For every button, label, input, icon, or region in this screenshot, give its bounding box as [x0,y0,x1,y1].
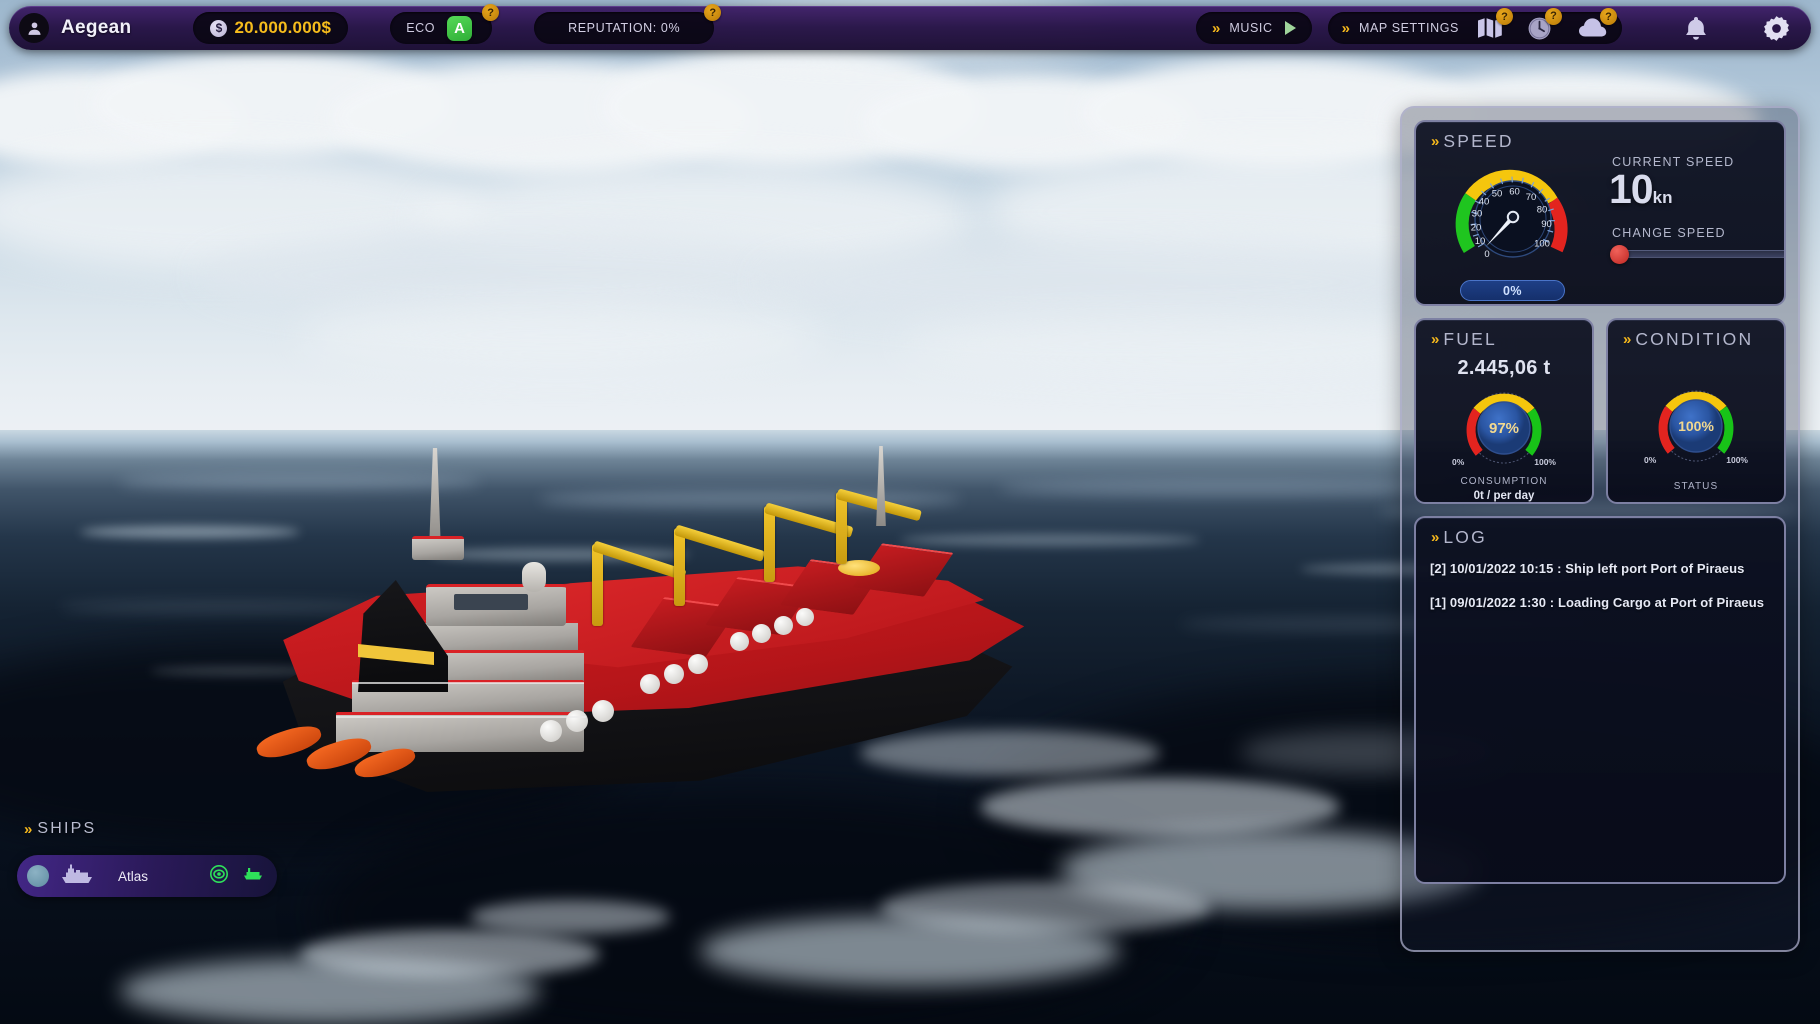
condition-panel-header: » CONDITION [1608,320,1784,350]
player-ship-vessel [240,452,1050,872]
svg-text:40: 40 [1479,197,1490,208]
speed-panel-header: » SPEED [1416,122,1784,152]
ships-panel-header: » SHIPS [24,820,96,838]
speed-panel: » SPEED [1414,120,1786,306]
money-display[interactable]: $ 20.000.000$ [193,12,348,44]
ships-panel-title: SHIPS [37,820,96,838]
fuel-amount: 2.445,06 t [1416,357,1592,380]
help-icon[interactable]: ? [482,4,499,21]
gear-icon[interactable] [1762,14,1791,43]
current-speed-number: 10 [1609,166,1653,212]
reputation-display[interactable]: REPUTATION: 0% ? [534,12,714,44]
log-entry: [1] 09/01/2022 1:30 : Loading Cargo at P… [1430,595,1784,610]
play-icon[interactable] [1285,21,1296,35]
bell-icon[interactable] [1682,14,1710,42]
clock-icon[interactable]: ? [1527,16,1552,41]
status-label: STATUS [1608,481,1784,492]
player-name: Aegean [61,17,131,39]
condition-panel-title: CONDITION [1635,329,1753,350]
fuel-percent-text: 97% [1489,420,1519,437]
svg-text:0: 0 [1484,249,1489,260]
map-settings-label: MAP SETTINGS [1359,21,1459,35]
svg-text:10: 10 [1475,236,1486,247]
map-icon[interactable]: ? [1477,17,1503,39]
slider-knob[interactable] [1610,245,1629,264]
fuel-panel: » FUEL 2.445,06 t 97% [1414,318,1594,504]
svg-text:70: 70 [1526,192,1537,203]
chevron-right-icon: » [1431,529,1436,546]
chevron-right-icon: » [1212,20,1217,37]
eco-rating-display[interactable]: ECO A ? [390,12,492,44]
ship-name-label: Atlas [118,869,209,884]
consumption-value: 0t / per day [1416,490,1592,502]
svg-text:30: 30 [1472,209,1483,220]
chevron-right-icon: » [1431,331,1436,348]
ship-status-dot [27,865,49,887]
chevron-right-icon: » [1431,133,1436,150]
log-panel-title: LOG [1443,527,1487,548]
throttle-percent-badge: 0% [1460,280,1565,301]
music-control[interactable]: » MUSIC [1196,12,1312,44]
svg-text:60: 60 [1509,187,1520,198]
user-icon[interactable] [19,13,49,43]
fuel-scale-max: 100% [1534,457,1556,467]
condition-ring-scale: 0% 100% [1644,455,1748,465]
ship-green-icon[interactable] [243,867,263,886]
svg-text:80: 80 [1537,205,1548,216]
chevron-right-icon: » [24,821,29,838]
eye-target-icon[interactable] [209,864,229,889]
condition-panel: » CONDITION 100% [1606,318,1786,504]
fuel-ring-scale: 0% 100% [1452,457,1556,467]
change-speed-slider[interactable] [1610,243,1786,265]
ship-icon [60,864,94,889]
help-icon[interactable]: ? [1600,8,1617,25]
map-settings-group[interactable]: » MAP SETTINGS ? ? [1328,12,1622,44]
log-panel: » LOG [2] 10/01/2022 10:15 : Ship left p… [1414,516,1786,884]
log-panel-header: » LOG [1416,518,1784,548]
music-label: MUSIC [1229,21,1272,35]
chevron-right-icon: » [1342,20,1347,37]
reputation-label: REPUTATION: 0% [568,21,680,35]
change-speed-label: CHANGE SPEED [1612,226,1726,240]
coin-icon: $ [210,20,227,37]
top-status-bar: Aegean $ 20.000.000$ ECO A ? REPUTATION:… [9,6,1811,50]
cloud-icon[interactable]: ? [1578,16,1608,40]
speed-panel-title: SPEED [1443,131,1513,152]
eco-grade-badge: A [447,16,472,41]
speedometer-gauge: 0 10 20 30 40 50 60 70 80 90 100 [1452,158,1574,280]
fuel-panel-header: » FUEL [1416,320,1592,350]
help-icon[interactable]: ? [1496,8,1513,25]
svg-text:20: 20 [1471,223,1482,234]
current-speed-value: 10kn [1609,166,1672,213]
chevron-right-icon: » [1623,331,1628,348]
fuel-scale-min: 0% [1452,457,1464,467]
condition-scale-min: 0% [1644,455,1656,465]
ship-list-item-atlas[interactable]: Atlas [17,855,277,897]
help-icon[interactable]: ? [704,4,721,21]
svg-text:90: 90 [1541,219,1552,230]
consumption-label: CONSUMPTION [1416,476,1592,487]
eco-label: ECO [406,21,435,35]
condition-scale-max: 100% [1726,455,1748,465]
money-amount: 20.000.000$ [234,18,331,38]
svg-text:50: 50 [1492,189,1503,200]
log-entry: [2] 10/01/2022 10:15 : Ship left port Po… [1430,561,1784,576]
fuel-panel-title: FUEL [1443,329,1497,350]
svg-text:100: 100 [1534,239,1550,250]
fuel-condition-row: » FUEL 2.445,06 t 97% [1414,318,1786,504]
condition-percent-text: 100% [1678,418,1714,434]
ship-status-sidebar: » SPEED [1400,106,1800,952]
slider-track[interactable] [1624,250,1786,258]
log-entry-list[interactable]: [2] 10/01/2022 10:15 : Ship left port Po… [1416,548,1784,610]
help-icon[interactable]: ? [1545,8,1562,25]
current-speed-unit: kn [1653,188,1673,207]
game-screen: Aegean $ 20.000.000$ ECO A ? REPUTATION:… [0,0,1820,1024]
